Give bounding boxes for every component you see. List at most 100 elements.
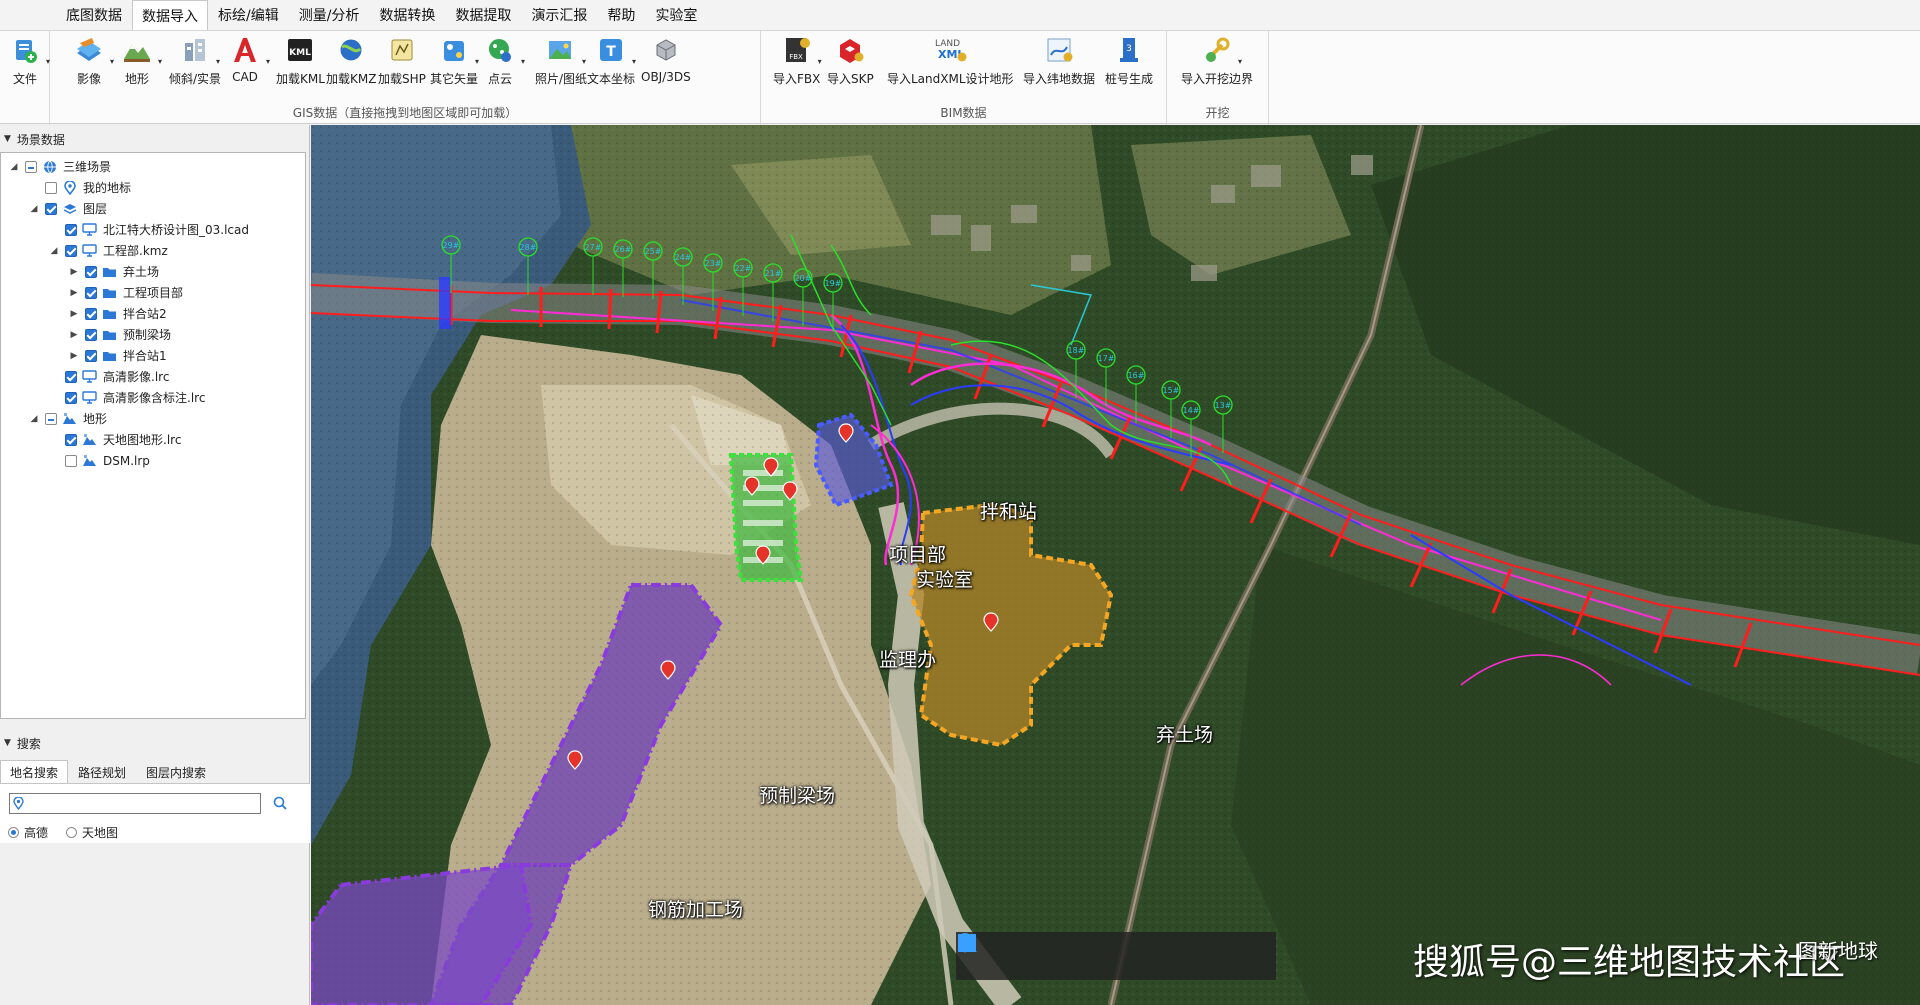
search-icon[interactable] (272, 795, 288, 811)
tree-checkbox[interactable] (65, 391, 77, 404)
brand-text: 图新地球 (1798, 939, 1878, 963)
bim-button-0[interactable]: FBX ▾ 导入FBX (773, 33, 822, 93)
gis-button-3[interactable]: ▾ CAD (228, 33, 270, 93)
tree-checkbox[interactable] (85, 349, 97, 362)
tree-node[interactable]: 我的地标 (27, 177, 131, 198)
gis-button-6[interactable]: 加载SHP (378, 33, 426, 93)
tree-node[interactable]: ◢ 图层 (27, 198, 107, 219)
ribbon-group-gis: ▾ 影像 ▾ 地形 ▾ 倾斜/实景 ▾ CAD KML 加载KML 加载KMZ 加载SHP ▾ 其它矢量 ▾… (50, 31, 761, 125)
search-panel-header[interactable]: ▼ 搜索 (0, 732, 310, 754)
landxml-icon: LAND XML (933, 33, 967, 67)
tree-checkbox[interactable] (45, 412, 57, 425)
menu-item-0[interactable]: 底图数据 (56, 0, 132, 30)
tree-node[interactable]: ◢ 工程部.kmz (47, 240, 168, 261)
expand-arrow-icon[interactable]: ▶ (67, 351, 81, 361)
scene-panel-header[interactable]: ▼ 场景数据 (0, 128, 310, 150)
gis-button-8[interactable]: ▾ 点云 (483, 33, 525, 93)
collapse-arrow-icon[interactable]: ◢ (47, 246, 61, 256)
collapse-arrow-icon[interactable]: ◢ (7, 162, 21, 172)
search-tab-0[interactable]: 地名搜索 (0, 760, 69, 784)
tree-checkbox[interactable] (65, 454, 77, 467)
tree-node-label: 地形 (83, 412, 108, 426)
tree-node[interactable]: ◢ 三维场景 (7, 156, 111, 177)
tree-checkbox[interactable] (65, 370, 77, 383)
tree-node[interactable]: ▶ 弃土场 (67, 261, 159, 282)
excavation-boundary-button[interactable]: ▾ 导入开挖边界 (1181, 33, 1253, 93)
tree-node[interactable]: 天地图地形.lrc (47, 429, 181, 450)
menu-item-8[interactable]: 实验室 (645, 0, 707, 30)
tree-node[interactable]: ▶ 拌合站1 (67, 345, 167, 366)
tree-checkbox[interactable] (85, 286, 97, 299)
gis-button-0[interactable]: ▾ 影像 (72, 33, 114, 93)
map-label-project-dept: 项目部 (889, 544, 947, 566)
tree-node-label: DSM.lrp (103, 453, 150, 468)
gis-button-9[interactable]: ▾ 照片/图纸 (535, 33, 587, 93)
gis-button-2[interactable]: ▾ 倾斜/实景 (169, 33, 221, 93)
expand-arrow-icon[interactable]: ▶ (67, 267, 81, 277)
tree-node[interactable]: 北江特大桥设计图_03.lcad (47, 219, 249, 240)
place-search-input[interactable] (9, 793, 261, 814)
map-source-radio-0[interactable] (8, 827, 19, 838)
obj-icon (649, 33, 683, 67)
tree-checkbox[interactable] (85, 265, 97, 278)
collapse-arrow-icon[interactable]: ◢ (27, 414, 41, 424)
collapse-arrow-icon[interactable]: ◢ (27, 204, 41, 214)
pier-label-text: 18# (1068, 346, 1085, 355)
monitor-icon (82, 391, 97, 405)
pier-label-text: 13# (1215, 401, 1232, 410)
menu-item-6[interactable]: 演示汇报 (521, 0, 597, 30)
tree-node[interactable]: 高清影像.lrc (47, 366, 169, 387)
tree-node[interactable]: 高清影像含标注.lrc (47, 387, 205, 408)
tree-node-label: 工程项目部 (123, 286, 184, 300)
tree-checkbox[interactable] (65, 223, 77, 236)
expand-arrow-icon[interactable]: ▶ (67, 288, 81, 298)
rectangle-icon[interactable] (958, 934, 1206, 971)
map-viewport[interactable]: 29# 28# 27# 26# 25# 24# 23# 22# 21# 20# 19# 18# 17# 1… (311, 125, 1920, 1005)
pier-label-text: 24# (675, 253, 692, 262)
tree-node[interactable]: ◢ 地形 (27, 408, 107, 429)
gis-button-11[interactable]: OBJ/3DS (641, 33, 691, 93)
file-button[interactable]: ▾ 文件 (8, 33, 50, 93)
bim-group-label: BIM数据 (940, 106, 987, 120)
tree-checkbox[interactable] (65, 433, 77, 446)
gis-button-1[interactable]: ▾ 地形 (120, 33, 162, 93)
expand-arrow-icon[interactable]: ▶ (67, 330, 81, 340)
map-label-spoil-ground: 弃土场 (1156, 724, 1214, 746)
tree-node-label: 图层 (83, 202, 108, 216)
tree-checkbox[interactable] (65, 244, 77, 257)
menu-item-4[interactable]: 数据转换 (369, 0, 445, 30)
menu-item-5[interactable]: 数据提取 (445, 0, 521, 30)
search-tab-1[interactable]: 路径规划 (68, 760, 136, 784)
expand-arrow-icon[interactable]: ▶ (67, 309, 81, 319)
hand-icon[interactable] (958, 934, 1006, 971)
tree-node[interactable]: ▶ 预制梁场 (67, 324, 171, 345)
gis-button-10[interactable]: T ▾ 文本坐标 (587, 33, 636, 93)
tree-checkbox[interactable] (45, 202, 57, 215)
tree-node[interactable]: DSM.lrp (47, 450, 150, 471)
gis-button-4[interactable]: KML 加载KML (276, 33, 325, 93)
gis-button-7[interactable]: ▾ 其它矢量 (430, 33, 479, 93)
map-source-radio-1[interactable] (66, 827, 78, 838)
pin-icon[interactable] (958, 933, 1106, 971)
map-source-radio-group: 高德 天地图 (8, 824, 136, 841)
tree-node[interactable]: ▶ 工程项目部 (67, 282, 183, 303)
menu-item-1[interactable]: 数据导入 (132, 0, 208, 30)
tree-checkbox[interactable] (45, 181, 57, 194)
gis-button-5[interactable]: 加载KMZ (326, 33, 376, 93)
kmz-icon (334, 33, 368, 67)
bim-button-4[interactable]: 3 桩号生成 (1105, 33, 1153, 93)
search-tab-2[interactable]: 图层内搜索 (136, 760, 216, 784)
bim-button-1[interactable]: 导入SKP (827, 33, 874, 93)
bim-button-2[interactable]: LAND XML 导入LandXML设计地形 (887, 33, 1014, 93)
menu-item-3[interactable]: 测量/分析 (289, 0, 370, 30)
chart-icon[interactable] (959, 937, 1256, 971)
bim-button-3[interactable]: 导入纬地数据 (1023, 33, 1095, 93)
tree-checkbox[interactable] (25, 160, 37, 173)
menu-item-7[interactable]: 帮助 (597, 0, 645, 30)
line-icon[interactable] (958, 934, 1156, 971)
tree-node[interactable]: ▶ 拌合站2 (67, 303, 167, 324)
pointer-icon[interactable] (960, 934, 1056, 971)
tree-checkbox[interactable] (85, 328, 97, 341)
menu-item-2[interactable]: 标绘/编辑 (208, 0, 289, 30)
tree-checkbox[interactable] (85, 307, 97, 320)
